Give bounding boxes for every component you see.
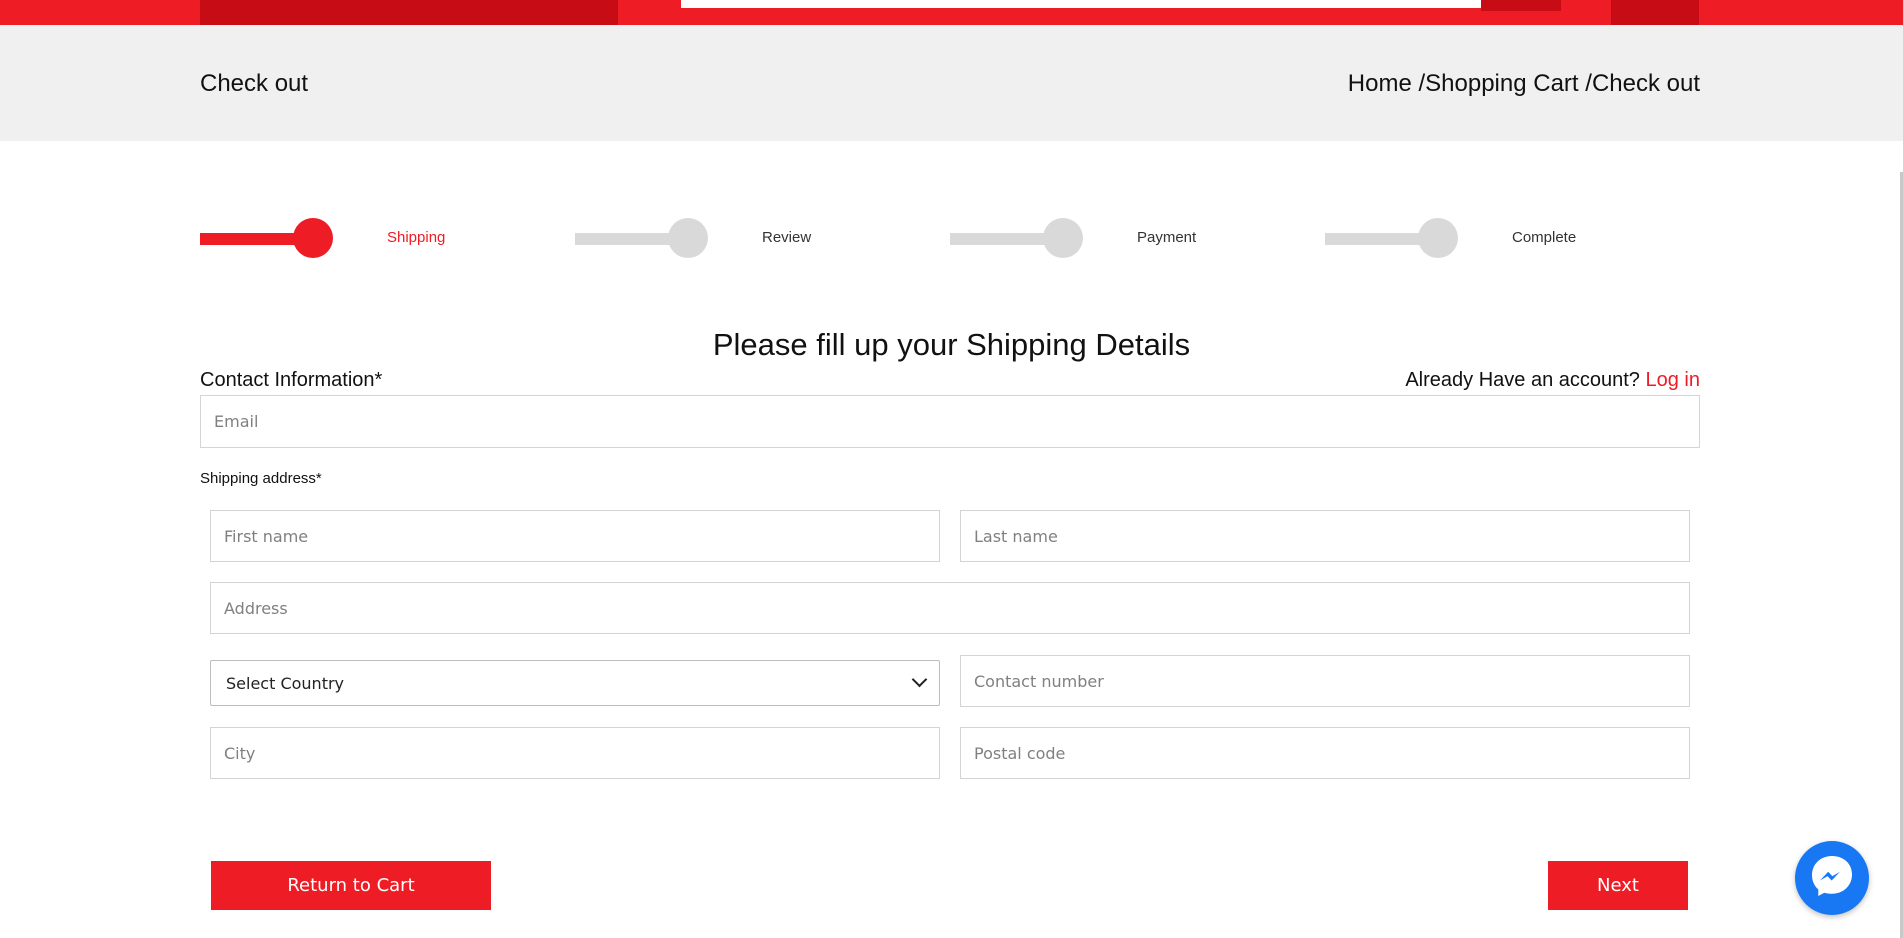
messenger-chat-button[interactable] <box>1795 841 1869 915</box>
messenger-icon <box>1808 852 1856 905</box>
chevron-down-icon <box>911 671 928 688</box>
address-field[interactable] <box>210 582 1690 634</box>
nav-segment <box>200 0 618 25</box>
postal-code-field[interactable] <box>960 727 1690 779</box>
step-knob <box>668 218 708 258</box>
contact-number-field[interactable] <box>960 655 1690 707</box>
country-select-value: Select Country <box>226 674 345 693</box>
step-label: Review <box>762 229 812 246</box>
shipping-address-label: Shipping address* <box>200 470 322 487</box>
search-button-edge <box>1481 0 1561 11</box>
page-title: Check out <box>200 70 309 97</box>
breadcrumb-home[interactable]: Home / <box>1348 70 1425 97</box>
last-name-field[interactable] <box>960 510 1690 562</box>
step-knob <box>293 218 333 258</box>
email-field[interactable] <box>200 395 1700 448</box>
step-label: Shipping <box>387 229 446 246</box>
login-link[interactable]: Log in <box>1646 369 1701 391</box>
search-bar-edge <box>681 0 1481 8</box>
country-select[interactable]: Select Country <box>210 660 940 706</box>
contact-info-label: Contact Information* <box>200 369 383 391</box>
breadcrumb-shopping-cart[interactable]: Shopping Cart / <box>1425 70 1592 97</box>
next-button[interactable]: Next <box>1548 861 1688 910</box>
account-prompt: Already Have an account? Log in <box>1405 369 1700 392</box>
account-prompt-text: Already Have an account? <box>1405 369 1640 391</box>
breadcrumb: Home /Shopping Cart /Check out <box>1348 70 1700 98</box>
step-knob <box>1418 218 1458 258</box>
form-heading: Please fill up your Shipping Details <box>712 327 1191 362</box>
return-to-cart-button[interactable]: Return to Cart <box>211 861 491 910</box>
nav-segment-right <box>1611 0 1699 25</box>
city-field[interactable] <box>210 727 940 779</box>
first-name-field[interactable] <box>210 510 940 562</box>
breadcrumb-checkout: Check out <box>1591 70 1700 97</box>
step-label: Complete <box>1512 229 1577 246</box>
top-nav-strip <box>0 0 1903 25</box>
step-knob <box>1043 218 1083 258</box>
step-label: Payment <box>1137 229 1197 246</box>
